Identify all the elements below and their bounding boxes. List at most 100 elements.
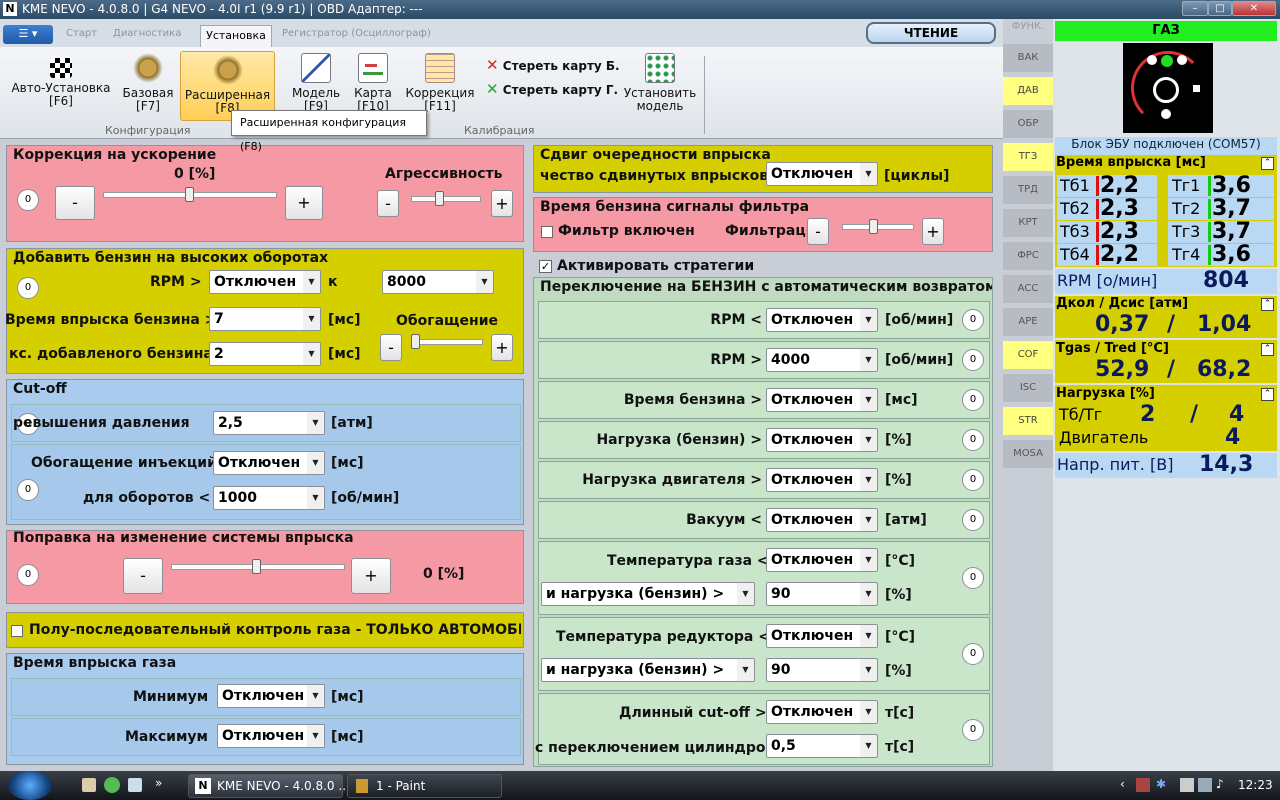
- gas-switch-icon[interactable]: [1123, 43, 1213, 133]
- basic-button[interactable]: Базовая [F7]: [118, 50, 178, 120]
- strategy-reset-button[interactable]: 0: [962, 309, 984, 331]
- bluetooth-icon[interactable]: ✱: [1156, 777, 1166, 791]
- start-button[interactable]: [8, 771, 52, 800]
- strategy-reset-button[interactable]: 0: [962, 389, 984, 411]
- tab-setup[interactable]: Установка: [200, 25, 272, 47]
- gas-temp-select[interactable]: Отключен ▼: [766, 548, 878, 572]
- reducer-temp-select[interactable]: Отключен ▼: [766, 624, 878, 648]
- pressure-select[interactable]: 2,5 ▼: [213, 411, 325, 435]
- sidebar-item-вак[interactable]: ВАК: [1003, 44, 1053, 72]
- cutoff-enrich-reset-button[interactable]: 0: [17, 479, 39, 501]
- gas-inj-max-select[interactable]: Отключен ▼: [217, 724, 325, 748]
- semi-sequential-checkbox[interactable]: [11, 625, 23, 637]
- network-icon[interactable]: [1136, 778, 1150, 792]
- sidebar-item-дав[interactable]: ДАВ: [1003, 77, 1053, 105]
- system-change-reset-button[interactable]: 0: [17, 564, 39, 586]
- petrol-inj-select[interactable]: 7 ▼: [209, 307, 321, 331]
- taskbar-paint[interactable]: 1 - Paint: [347, 774, 502, 798]
- gas-inj-min-select[interactable]: Отключен ▼: [217, 684, 325, 708]
- clock[interactable]: 12:23: [1238, 778, 1273, 792]
- sidebar-item-тгз[interactable]: ТГЗ: [1003, 143, 1053, 171]
- strategies-checkbox[interactable]: ✓: [539, 260, 552, 273]
- injection-collapse-button[interactable]: ⌃: [1261, 157, 1274, 170]
- sidebar-item-крт[interactable]: КРТ: [1003, 209, 1053, 237]
- strategy-select[interactable]: Отключен ▼: [766, 508, 878, 532]
- enrich-minus-button[interactable]: -: [380, 334, 402, 361]
- aggr-slider-thumb[interactable]: [435, 191, 444, 206]
- high-rpm-reset-button[interactable]: 0: [17, 277, 39, 299]
- enrich-slider-thumb[interactable]: [411, 334, 420, 349]
- accel-reset-button[interactable]: 0: [17, 189, 39, 211]
- taskbar-kme-nevo[interactable]: N KME NEVO - 4.0.8.0 ...: [188, 774, 350, 798]
- enrich-plus-button[interactable]: +: [491, 334, 513, 361]
- strategy-select[interactable]: Отключен ▼: [766, 468, 878, 492]
- gas-temp-reset-button[interactable]: 0: [962, 567, 984, 589]
- sidebar-item-str[interactable]: STR: [1003, 407, 1053, 435]
- system-change-plus-button[interactable]: +: [351, 558, 391, 594]
- shift-select[interactable]: Отключен ▼: [766, 162, 878, 186]
- erase-map-g-button[interactable]: ✕ Стереть карту Г.: [486, 80, 618, 98]
- sidebar-item-фрс[interactable]: ФРС: [1003, 242, 1053, 270]
- filtration-plus-button[interactable]: +: [922, 218, 944, 245]
- reducer-temp-sub-select[interactable]: и нагрузка (бензин) > ▼: [541, 658, 755, 682]
- strategy-select[interactable]: Отключен ▼: [766, 388, 878, 412]
- auto-setup-button[interactable]: Авто-Установка [F6]: [8, 50, 114, 120]
- set-model-button[interactable]: Установить модель: [620, 50, 700, 120]
- accel-minus-button[interactable]: -: [55, 186, 95, 220]
- aggr-slider[interactable]: [411, 196, 481, 202]
- maximize-button[interactable]: □: [1208, 1, 1232, 16]
- load-collapse-button[interactable]: ⌃: [1261, 388, 1274, 401]
- sidebar-item-обр[interactable]: ОБР: [1003, 110, 1053, 138]
- sidebar-item-isc[interactable]: ISC: [1003, 374, 1053, 402]
- quicklaunch-more-icon[interactable]: »: [155, 776, 162, 790]
- strategy-select[interactable]: Отключен ▼: [766, 308, 878, 332]
- strategy-reset-button[interactable]: 0: [962, 469, 984, 491]
- cylinder-switch-select[interactable]: 0,5 ▼: [766, 734, 878, 758]
- accel-slider-thumb[interactable]: [185, 187, 194, 202]
- quicklaunch-folder-icon[interactable]: [82, 778, 96, 792]
- sidebar-item-трд[interactable]: ТРД: [1003, 176, 1053, 204]
- volume-icon[interactable]: ♪: [1216, 777, 1224, 791]
- minimize-button[interactable]: –: [1182, 1, 1208, 16]
- close-button[interactable]: ✕: [1232, 1, 1276, 16]
- quicklaunch-media-icon[interactable]: [104, 777, 120, 793]
- strategy-reset-button[interactable]: 0: [962, 429, 984, 451]
- sidebar-item-аре[interactable]: АРЕ: [1003, 308, 1053, 336]
- read-button[interactable]: ЧТЕНИЕ: [866, 22, 996, 44]
- strategy-select[interactable]: 4000 ▼: [766, 348, 878, 372]
- tab-recorder[interactable]: Регистратор (Осциллограф): [282, 28, 431, 39]
- reducer-temp-reset-button[interactable]: 0: [962, 643, 984, 665]
- temp-collapse-button[interactable]: ⌃: [1261, 343, 1274, 356]
- network-monitor-icon[interactable]: [1198, 778, 1212, 792]
- for-rpm-select[interactable]: 1000 ▼: [213, 486, 325, 510]
- rpm-select[interactable]: Отключен ▼: [209, 270, 321, 294]
- long-cutoff-select[interactable]: Отключен ▼: [766, 700, 878, 724]
- k-select[interactable]: 8000 ▼: [382, 270, 494, 294]
- tray-arrow-icon[interactable]: ‹: [1120, 777, 1125, 791]
- strategy-reset-button[interactable]: 0: [962, 349, 984, 371]
- filtration-slider[interactable]: [842, 224, 914, 230]
- quicklaunch-excel-icon[interactable]: [128, 778, 142, 792]
- added-petrol-select[interactable]: 2 ▼: [209, 342, 321, 366]
- strategy-reset-button[interactable]: 0: [962, 509, 984, 531]
- sidebar-item-асс[interactable]: АСС: [1003, 275, 1053, 303]
- sidebar-item-cof[interactable]: COF: [1003, 341, 1053, 369]
- filter-checkbox[interactable]: [541, 226, 553, 238]
- tab-diagnostics[interactable]: Диагностика: [113, 28, 181, 39]
- erase-map-b-button[interactable]: ✕ Стереть карту Б.: [486, 56, 620, 74]
- tab-start[interactable]: Старт: [66, 28, 97, 39]
- aggr-plus-button[interactable]: +: [491, 190, 513, 217]
- app-menu-button[interactable]: ☰ ▾: [3, 25, 53, 44]
- pressure-collapse-button[interactable]: ⌃: [1261, 298, 1274, 311]
- long-cutoff-reset-button[interactable]: 0: [962, 719, 984, 741]
- injection-enrich-select[interactable]: Отключен ▼: [213, 451, 325, 475]
- filtration-slider-thumb[interactable]: [869, 219, 878, 234]
- strategy-select[interactable]: Отключен ▼: [766, 428, 878, 452]
- gas-temp-sub-select[interactable]: и нагрузка (бензин) > ▼: [541, 582, 755, 606]
- sidebar-item-mosa[interactable]: MOSA: [1003, 440, 1053, 468]
- system-change-minus-button[interactable]: -: [123, 558, 163, 594]
- gas-temp-load-select[interactable]: 90 ▼: [766, 582, 878, 606]
- accel-plus-button[interactable]: +: [285, 186, 323, 220]
- aggr-minus-button[interactable]: -: [377, 190, 399, 217]
- reducer-temp-load-select[interactable]: 90 ▼: [766, 658, 878, 682]
